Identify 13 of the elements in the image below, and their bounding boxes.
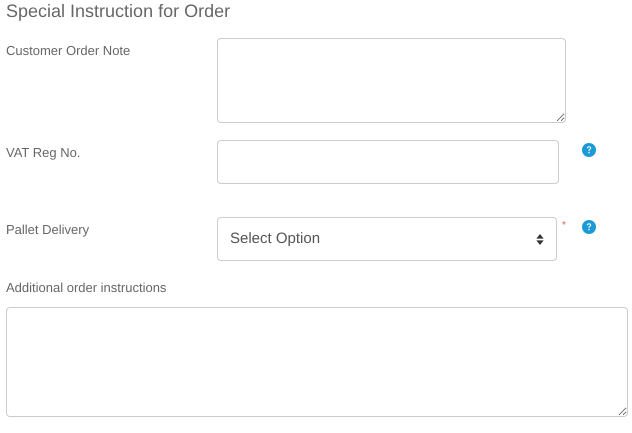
input-field[interactable]: [217, 140, 559, 184]
field-label: Pallet Delivery: [5, 221, 90, 239]
sort-arrows-icon: [536, 234, 544, 244]
text-area[interactable]: [217, 38, 566, 123]
help-icon[interactable]: [582, 220, 596, 234]
help-icon[interactable]: [582, 143, 596, 157]
field-label: VAT Reg No.: [5, 144, 82, 162]
section-title: Special Instruction for Order: [5, 0, 232, 23]
field-label: Customer Order Note: [5, 42, 132, 60]
field-label: Additional order instructions: [5, 280, 168, 296]
required-mark: *: [562, 219, 567, 233]
text-area[interactable]: [6, 307, 628, 417]
select-field[interactable]: Select Option: [217, 217, 557, 261]
